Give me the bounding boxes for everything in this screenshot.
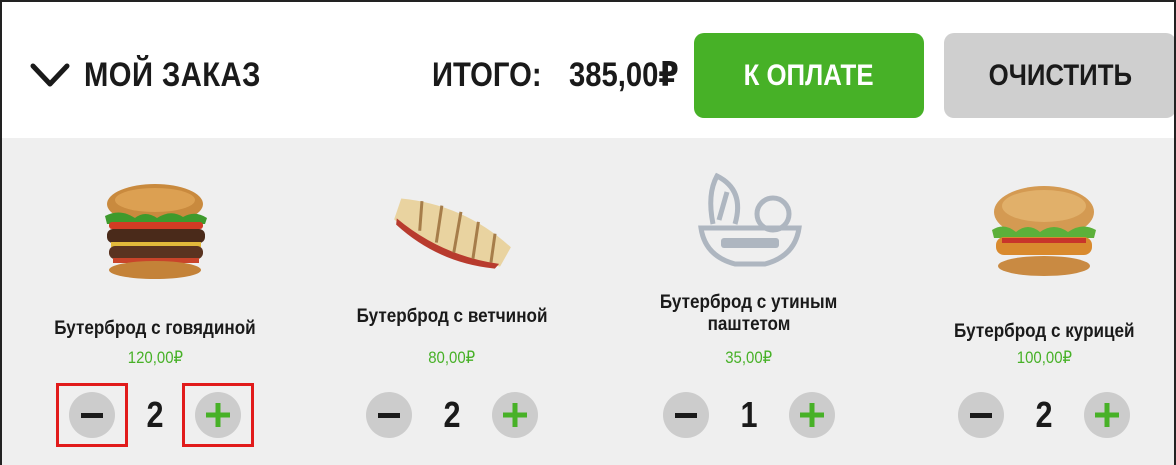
- decrease-quantity-button[interactable]: [958, 392, 1004, 438]
- item-price: 120,00₽: [127, 348, 183, 367]
- order-item-card: Бутерброд с утиным паштетом 35,00₽ 1: [604, 138, 894, 465]
- order-total: ИТОГО: 385,00₽: [432, 50, 697, 100]
- decrease-quantity-button[interactable]: [663, 392, 709, 438]
- minus-icon: [675, 413, 697, 418]
- order-item-card: Бутерброд с говядиной 120,00₽ 2: [10, 138, 300, 465]
- order-items-list: Бутерброд с говядиной 120,00₽ 2 Бутербро…: [2, 138, 1174, 465]
- chicken-burger-image: [992, 186, 1096, 276]
- checkout-button-label: К ОПЛАТЕ: [744, 58, 874, 92]
- item-name: Бутерброд с курицей: [953, 321, 1135, 342]
- clear-order-button-label: ОЧИСТИТЬ: [988, 58, 1132, 92]
- item-name: Бутерброд с говядиной: [54, 318, 256, 339]
- total-value: 385,00₽: [569, 56, 680, 94]
- checkout-button[interactable]: К ОПЛАТЕ: [694, 33, 924, 118]
- plus-icon: [503, 403, 527, 427]
- minus-icon: [970, 413, 992, 418]
- order-panel: МОЙ ЗАКАЗ ИТОГО: 385,00₽ К ОПЛАТЕ ОЧИСТИ…: [0, 0, 1176, 465]
- increase-quantity-button[interactable]: [1084, 392, 1130, 438]
- item-name: Бутерброд с ветчиной: [356, 306, 548, 327]
- increase-quantity-button[interactable]: [182, 383, 254, 447]
- quantity-stepper: 2: [56, 383, 254, 447]
- no-image-placeholder: [698, 172, 802, 267]
- beef-burger-image: [105, 184, 207, 279]
- decrease-quantity-button[interactable]: [366, 392, 412, 438]
- quantity-stepper: 1: [663, 392, 835, 438]
- decrease-quantity-button[interactable]: [56, 383, 128, 447]
- minus-icon: [81, 413, 103, 418]
- ham-panini-image: [394, 198, 511, 269]
- item-price: 80,00₽: [428, 348, 476, 367]
- item-price: 100,00₽: [1016, 348, 1072, 367]
- order-header: МОЙ ЗАКАЗ ИТОГО: 385,00₽ К ОПЛАТЕ ОЧИСТИ…: [2, 2, 1174, 138]
- total-label: ИТОГО:: [432, 55, 542, 94]
- item-quantity: 2: [146, 394, 164, 435]
- item-quantity: 2: [443, 394, 461, 435]
- clear-order-button[interactable]: ОЧИСТИТЬ: [944, 33, 1174, 118]
- plus-icon: [1095, 403, 1119, 427]
- chevron-down-icon: [30, 63, 70, 87]
- item-name: Бутерброд с утиным паштетом: [660, 292, 838, 335]
- plus-icon: [206, 403, 230, 427]
- item-quantity: 2: [1035, 394, 1053, 435]
- item-quantity: 1: [740, 394, 758, 435]
- increase-quantity-button[interactable]: [789, 392, 835, 438]
- increase-quantity-button[interactable]: [492, 392, 538, 438]
- minus-icon: [378, 413, 400, 418]
- order-item-card: Бутерброд с ветчиной 80,00₽ 2: [307, 138, 597, 465]
- plus-icon: [800, 403, 824, 427]
- order-collapse-toggle[interactable]: МОЙ ЗАКАЗ: [30, 50, 290, 100]
- item-price: 35,00₽: [725, 348, 773, 367]
- quantity-stepper: 2: [958, 392, 1130, 438]
- quantity-stepper: 2: [366, 392, 538, 438]
- order-item-card: Бутерброд с курицей 100,00₽ 2: [899, 138, 1174, 465]
- order-title: МОЙ ЗАКАЗ: [84, 55, 261, 94]
